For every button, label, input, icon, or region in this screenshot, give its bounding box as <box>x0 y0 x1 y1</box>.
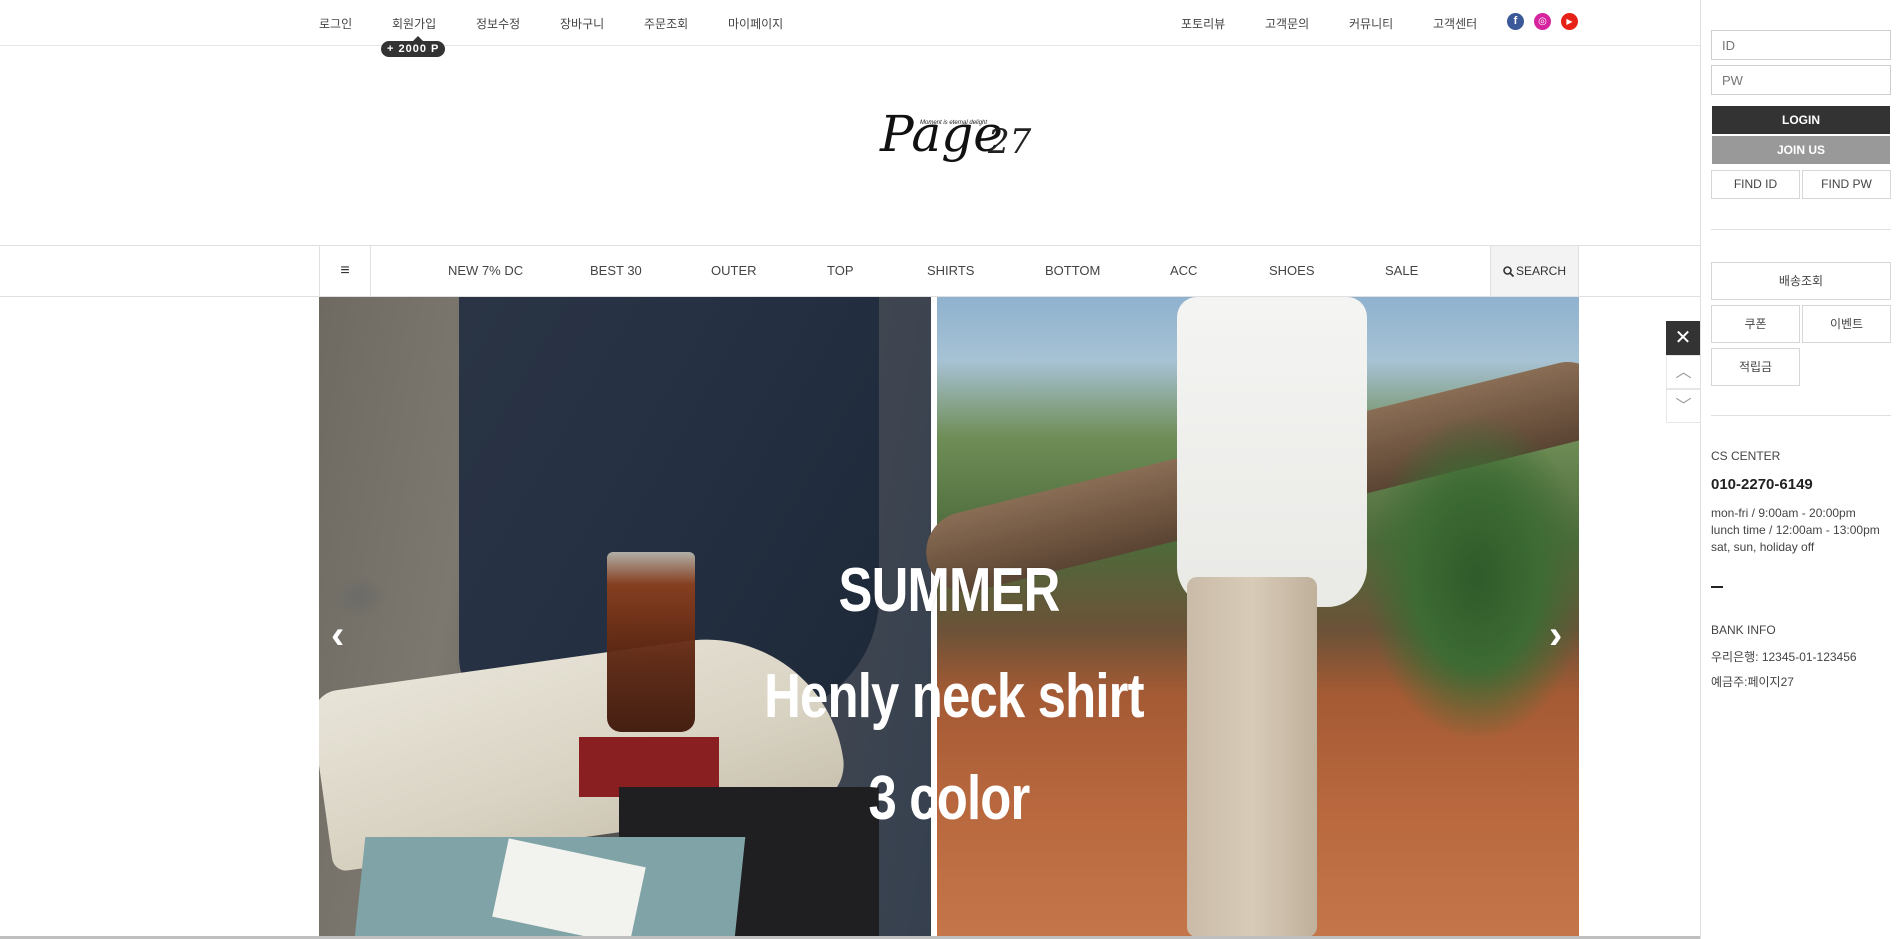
nav-item-top[interactable]: TOP <box>827 263 854 278</box>
photo-review-link[interactable]: 포토리뷰 <box>1181 15 1225 32</box>
customer-inquiry-link[interactable]: 고객문의 <box>1265 15 1309 32</box>
photo-khaki-pants <box>1187 577 1317 936</box>
cs-phone: 010-2270-6149 <box>1711 476 1813 493</box>
login-link[interactable]: 로그인 <box>319 15 352 32</box>
hero-headline-2: Henly neck shirt <box>764 662 1144 731</box>
cs-hours-lunch: lunch time / 12:00am - 13:00pm <box>1711 523 1880 537</box>
next-slide-icon[interactable]: › <box>1549 615 1562 655</box>
hero-headline-1: SUMMER <box>838 556 1060 625</box>
event-button[interactable]: 이벤트 <box>1802 305 1891 343</box>
cs-hours-weekday: mon-fri / 9:00am - 20:00pm <box>1711 506 1856 520</box>
cs-hours-holiday: sat, sun, holiday off <box>1711 540 1815 554</box>
search-icon <box>1503 266 1515 278</box>
divider <box>1711 229 1891 230</box>
mypage-link[interactable]: 마이페이지 <box>728 15 783 32</box>
logo-number: 27 <box>988 122 1032 162</box>
coupon-button[interactable]: 쿠폰 <box>1711 305 1800 343</box>
community-link[interactable]: 커뮤니티 <box>1349 15 1393 32</box>
divider-dash <box>1711 586 1723 588</box>
find-id-button[interactable]: FIND ID <box>1711 170 1800 199</box>
nav-item-sale[interactable]: SALE <box>1385 263 1418 278</box>
hero-slider[interactable]: SUMMER Henly neck shirt 3 color ‹ › <box>319 297 1579 936</box>
main-navigation: ≡ NEW 7% DC BEST 30 OUTER TOP SHIRTS BOT… <box>0 245 1700 297</box>
nav-item-acc[interactable]: ACC <box>1170 263 1197 278</box>
points-button[interactable]: 적립금 <box>1711 348 1800 386</box>
nav-item-shoes[interactable]: SHOES <box>1269 263 1315 278</box>
customer-center-link[interactable]: 고객센터 <box>1433 15 1477 32</box>
password-input[interactable] <box>1711 65 1891 95</box>
login-button[interactable]: LOGIN <box>1712 106 1890 134</box>
search-label: SEARCH <box>1515 264 1566 278</box>
bank-holder: 예금주:페이지27 <box>1711 675 1794 689</box>
scroll-up-icon[interactable]: ︿ <box>1666 355 1700 389</box>
nav-item-bottom[interactable]: BOTTOM <box>1045 263 1100 278</box>
logo-tagline: Moment is eternal delight <box>920 120 988 126</box>
join-button[interactable]: JOIN US <box>1712 136 1890 164</box>
scroll-down-icon[interactable]: ﹀ <box>1666 389 1700 423</box>
nav-inner: ≡ NEW 7% DC BEST 30 OUTER TOP SHIRTS BOT… <box>319 246 1579 296</box>
prev-slide-icon[interactable]: ‹ <box>331 615 344 655</box>
nav-item-new[interactable]: NEW 7% DC <box>448 263 523 278</box>
find-pw-button[interactable]: FIND PW <box>1802 170 1891 199</box>
site-logo[interactable]: Page Moment is eternal delight 27 <box>870 100 1040 180</box>
instagram-icon[interactable]: ◎ <box>1534 13 1551 30</box>
logo-wordmark: Page <box>880 105 1003 163</box>
bank-info-title: BANK INFO <box>1711 623 1776 637</box>
delivery-tracking-button[interactable]: 배송조회 <box>1711 262 1891 300</box>
nav-item-outer[interactable]: OUTER <box>711 263 757 278</box>
id-input[interactable] <box>1711 30 1891 60</box>
signup-point-badge: + 2000 P <box>381 36 446 57</box>
top-utility-bar: 로그인 회원가입 정보수정 장바구니 주문조회 마이페이지 + 2000 P 포… <box>0 0 1700 57</box>
search-button[interactable]: SEARCH <box>1490 246 1578 296</box>
hamburger-menu-icon[interactable]: ≡ <box>320 246 371 296</box>
right-sidebar: LOGIN JOIN US FIND ID FIND PW 배송조회 쿠폰 이벤… <box>1700 0 1899 939</box>
edit-profile-link[interactable]: 정보수정 <box>476 15 520 32</box>
nav-item-best[interactable]: BEST 30 <box>590 263 642 278</box>
hero-headline-3: 3 color <box>868 764 1031 833</box>
nav-item-shirts[interactable]: SHIRTS <box>927 263 974 278</box>
cart-link[interactable]: 장바구니 <box>560 15 604 32</box>
close-icon[interactable]: ✕ <box>1666 321 1700 355</box>
order-lookup-link[interactable]: 주문조회 <box>644 15 688 32</box>
signup-link[interactable]: 회원가입 <box>392 15 436 32</box>
facebook-icon[interactable]: f <box>1507 13 1524 30</box>
divider <box>1711 415 1891 416</box>
cs-center-title: CS CENTER <box>1711 449 1781 463</box>
youtube-icon[interactable]: ▶ <box>1561 13 1578 30</box>
bank-account: 우리은행: 12345-01-123456 <box>1711 650 1857 664</box>
